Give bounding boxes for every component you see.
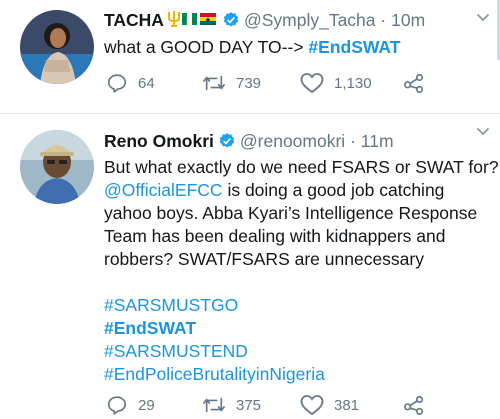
share-icon [404,395,424,415]
tweet-text-line: robbers? SWAT/FSARS are unnecessary [104,249,424,269]
share-button[interactable] [402,393,436,417]
hashtag-link[interactable]: #EndPoliceBrutalityinNigeria [104,363,499,386]
like-icon [300,395,324,416]
like-button[interactable]: 1,130 [300,71,372,95]
tweet-text: But what exactly do we need FSARS or SWA… [104,156,499,386]
caret-down-icon[interactable] [474,122,492,140]
tweet-text: what a GOOD DAY TO--> #EndSWAT [104,36,400,59]
verified-icon [222,11,240,34]
display-name[interactable]: Reno Omokri [104,131,214,151]
trident-emoji [167,11,180,27]
timestamp[interactable]: 10m [391,10,425,30]
handle[interactable]: @renoomokri [240,131,345,151]
tweet-header: Reno Omokri @renoomokri · 11m [104,130,394,155]
reply-icon [107,396,127,415]
timestamp[interactable]: 11m [361,131,394,151]
hashtag-link[interactable]: #EndSWAT [104,317,499,340]
reply-count: 64 [138,74,155,92]
retweet-icon [203,75,225,91]
caret-down-icon[interactable] [474,8,492,26]
tweet-text-fragment: is doing a good job catching [222,180,445,200]
retweet-button[interactable]: 739 [202,71,261,95]
separator-dot: · [350,131,356,151]
tweet-actions: 29 375 381 [106,393,436,417]
retweet-icon [203,397,225,413]
tweet-text-plain: what a GOOD DAY TO--> [104,37,304,57]
like-count: 381 [334,396,360,414]
tweet-text-line: yahoo boys. Abba Kyari’s Intelligence Re… [104,203,478,223]
tweet-text-line: Team has been dealing with kidnappers an… [104,226,446,246]
mention-link[interactable]: @OfficialEFCC [104,180,223,200]
tweet-text-line: @OfficialEFCC is doing a good job catchi… [104,179,499,202]
reply-button[interactable]: 29 [106,393,155,417]
avatar-reno-omokri[interactable] [20,130,94,204]
tweet-actions: 64 739 1,130 [106,71,436,95]
reply-button[interactable]: 64 [106,71,155,95]
tweet-header: TACHA @Symply_Tacha · 10m [104,9,425,34]
reply-count: 29 [138,396,155,414]
hashtag-link[interactable]: #SARSMUSTGO [104,294,499,317]
tweet-text-line: But what exactly do we need FSARS or SWA… [104,157,499,177]
name-emojis [166,10,218,33]
hashtag-link[interactable]: #SARSMUSTEND [104,340,499,363]
share-icon [404,73,424,93]
like-icon [300,73,324,94]
tweet-tacha[interactable]: TACHA @Symply_Tacha · 10m what a GOOD DA… [0,0,500,113]
separator-dot: · [380,10,387,30]
display-name[interactable]: TACHA [104,10,164,30]
reply-icon [107,74,127,93]
hashtag-link[interactable]: #EndSWAT [308,37,400,57]
nigeria-flag-emoji [181,12,197,26]
ghana-flag-emoji [199,13,216,25]
handle[interactable]: @Symply_Tacha [244,10,376,30]
share-button[interactable] [402,71,436,95]
avatar-tacha[interactable] [20,10,94,84]
like-button[interactable]: 381 [300,393,359,417]
retweet-count: 739 [236,74,262,92]
tweet-reno-omokri[interactable]: Reno Omokri @renoomokri · 11m But what ex… [0,114,500,419]
retweet-count: 375 [236,396,262,414]
like-count: 1,130 [334,74,372,92]
retweet-button[interactable]: 375 [202,393,261,417]
verified-icon [218,132,236,155]
